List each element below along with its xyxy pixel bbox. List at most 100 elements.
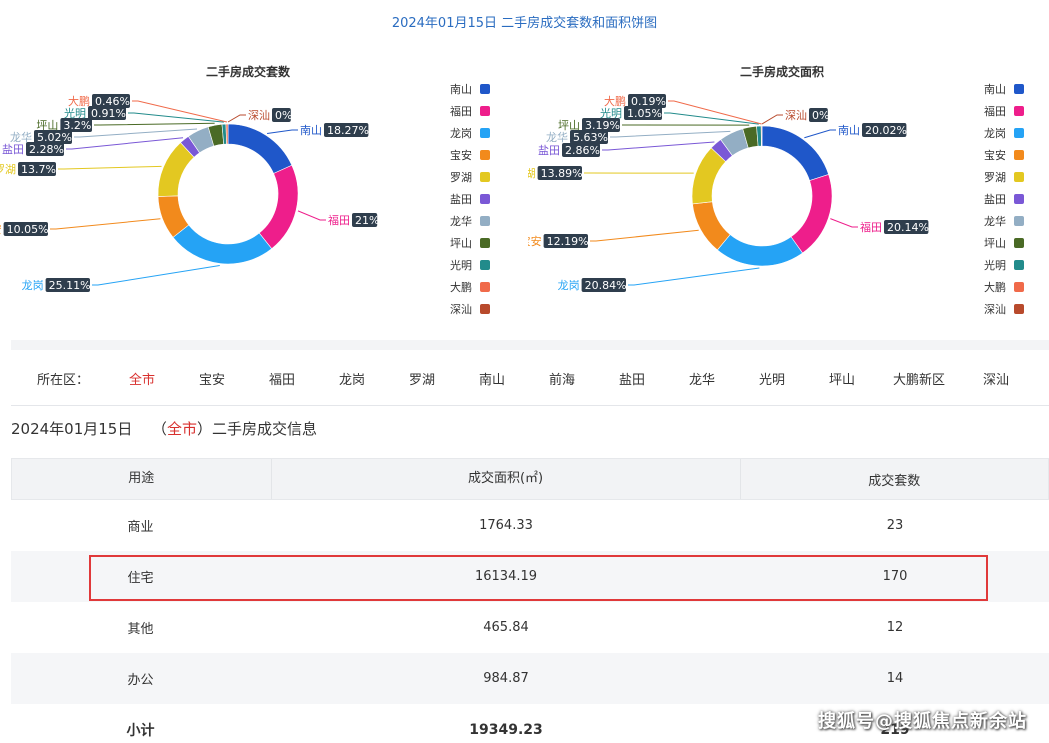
- slice-label-value: 5.63%: [573, 131, 608, 144]
- slice-label-value: 20.84%: [585, 279, 627, 292]
- total-label: 小计: [126, 722, 155, 739]
- info-open-paren: （: [151, 420, 167, 438]
- section-divider: [11, 340, 1049, 350]
- legend-item-label: 龙华: [984, 214, 1006, 228]
- slice-label-name: 福田: [860, 220, 882, 234]
- district-item-shenshan[interactable]: 深汕: [961, 369, 1031, 388]
- legend-item-label: 大鹏: [450, 280, 472, 294]
- legend-swatch: [480, 150, 490, 160]
- slice-label-name: 大鹏: [604, 94, 626, 108]
- district-item-yantian[interactable]: 盐田: [597, 369, 667, 388]
- info-date: 2024年01月15日: [11, 420, 133, 438]
- district-item-longhua[interactable]: 龙华: [667, 369, 737, 388]
- legend-item-label: 福田: [450, 104, 472, 118]
- cell-count: 170: [882, 569, 908, 584]
- slice-label-name: 南山: [300, 124, 322, 137]
- info-close-paren: ）: [196, 420, 212, 438]
- district-item-futian[interactable]: 福田: [247, 369, 317, 388]
- cell-count: 12: [886, 620, 904, 635]
- table-row: 其他 465.84 12: [11, 602, 1049, 653]
- legend-item-label: 大鹏: [984, 280, 1006, 294]
- slice-label-value: 21%: [355, 214, 379, 227]
- legend-item-label: 光明: [984, 258, 1006, 272]
- cell-area: 465.84: [483, 620, 529, 635]
- pie-chart-count: 二手房成交套数南山 18.27% 福田 21% 龙岗 25.11% 宝安 10.05% 罗湖 13…: [0, 64, 490, 316]
- legend-item-label: 盐田: [450, 193, 472, 206]
- district-item-nanshan[interactable]: 南山: [457, 369, 527, 388]
- slice-label-name: 龙华: [10, 130, 32, 144]
- slice-label-name: 深汕: [785, 109, 807, 122]
- slice-label-value: 20.14%: [887, 221, 929, 234]
- slice-label-value: 5.02%: [37, 131, 72, 144]
- label-leader-line: [66, 137, 184, 150]
- slice-label-name: 坪山: [36, 119, 58, 132]
- table-row: 住宅 16134.19 170: [11, 551, 1049, 602]
- legend-swatch: [480, 282, 490, 292]
- legend-swatch: [1014, 150, 1024, 160]
- label-leader-line: [58, 165, 162, 170]
- legend-item-label: 深汕: [984, 303, 1006, 316]
- legend-item-label: 福田: [984, 104, 1006, 118]
- slice-label-name: 光明: [600, 106, 622, 120]
- district-item-dapeng[interactable]: 大鹏新区: [877, 369, 961, 388]
- slice-label-name: 坪山: [558, 119, 580, 132]
- legend-item-label: 龙岗: [450, 127, 472, 140]
- district-item-longgang[interactable]: 龙岗: [317, 369, 387, 388]
- legend-item-label: 宝安: [984, 148, 1006, 162]
- slice-label-value: 1.05%: [627, 107, 662, 120]
- legend-item-label: 光明: [450, 258, 472, 272]
- district-item-qianhai[interactable]: 前海: [527, 369, 597, 388]
- slice-label-name: 龙岗: [22, 279, 44, 292]
- slice-label-value: 0.46%: [95, 95, 130, 108]
- label-leader-line: [590, 229, 699, 242]
- legend-swatch: [1014, 106, 1024, 116]
- slice-label-name: 龙岗: [558, 279, 580, 292]
- cell-area: 16134.19: [474, 569, 538, 584]
- pie-slice-福田: [258, 164, 299, 250]
- info-suffix: 二手房成交信息: [211, 420, 317, 438]
- district-item-all[interactable]: 全市: [107, 369, 177, 388]
- cell-area: 984.87: [483, 671, 529, 686]
- legend-swatch: [1014, 282, 1024, 292]
- watermark: 搜狐号@搜狐焦点新余站: [818, 711, 1027, 732]
- cell-area: 1764.33: [479, 518, 533, 533]
- slice-label-name: 福田: [328, 213, 350, 227]
- slice-label-value: 0.91%: [91, 107, 126, 120]
- label-leader-line: [267, 129, 298, 135]
- district-item-baoan[interactable]: 宝安: [177, 369, 247, 388]
- slice-label-value: 0%: [275, 109, 292, 122]
- label-leader-line: [830, 218, 858, 228]
- label-leader-line: [610, 130, 731, 138]
- district-item-pingshan[interactable]: 坪山: [807, 369, 877, 388]
- header-area: 成交面积(㎡): [272, 459, 741, 499]
- legend-swatch: [1014, 304, 1024, 314]
- label-leader-line: [132, 100, 228, 123]
- legend-swatch: [1014, 260, 1024, 270]
- legend-item-label: 南山: [450, 83, 472, 96]
- district-item-guangming[interactable]: 光明: [737, 369, 807, 388]
- slice-label-name: 罗湖: [0, 163, 16, 176]
- cell-count: 23: [886, 518, 904, 533]
- page-title: 2024年01月15日 二手房成交套数和面积饼图: [391, 16, 658, 31]
- legend-item-label: 坪山: [450, 237, 472, 250]
- slice-label-name: 光明: [64, 106, 86, 120]
- slice-label-value: 0.19%: [631, 95, 666, 108]
- legend-swatch: [480, 106, 490, 116]
- slice-label-name: 南山: [838, 124, 860, 137]
- legend-swatch: [480, 238, 490, 248]
- legend-swatch: [1014, 84, 1024, 94]
- label-leader-line: [664, 112, 759, 125]
- label-leader-line: [50, 218, 161, 230]
- legend-swatch: [1014, 172, 1024, 182]
- cell-usage: 办公: [127, 673, 154, 688]
- slice-label-name: 罗湖: [528, 167, 536, 180]
- slice-label-value: 25.11%: [49, 279, 91, 292]
- legend-item-label: 南山: [984, 83, 1006, 96]
- legend-swatch: [1014, 194, 1024, 204]
- label-leader-line: [628, 267, 760, 286]
- district-item-luohu[interactable]: 罗湖: [387, 369, 457, 388]
- pie-slice-南山: [761, 125, 829, 181]
- slice-label-name: 盐田: [538, 144, 560, 157]
- legend-item-label: 盐田: [984, 193, 1006, 206]
- slice-label-name: 盐田: [2, 143, 24, 156]
